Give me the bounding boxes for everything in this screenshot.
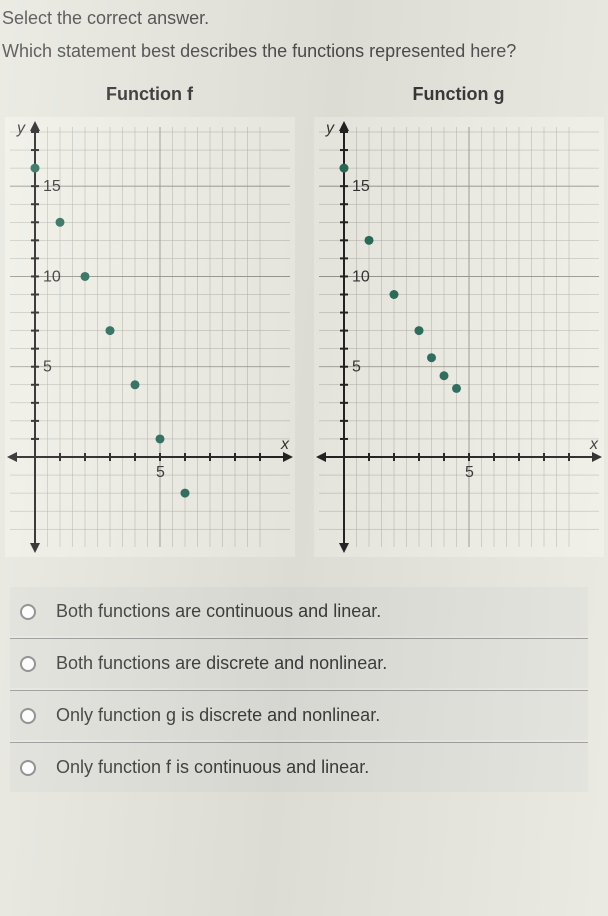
svg-text:y: y xyxy=(16,120,26,137)
svg-text:15: 15 xyxy=(43,178,61,195)
svg-text:x: x xyxy=(589,436,599,453)
instruction-text: Select the correct answer. xyxy=(0,0,608,39)
svg-text:10: 10 xyxy=(352,269,370,286)
chart-f-title: Function f xyxy=(0,84,299,105)
chart-g-title: Function g xyxy=(309,84,608,105)
options-list: Both functions are continuous and linear… xyxy=(0,577,608,792)
radio-icon[interactable] xyxy=(20,656,36,672)
chart-f-canvas: 5 10 15 5 y x xyxy=(5,117,295,557)
svg-text:10: 10 xyxy=(43,269,61,286)
option-label: Only function f is continuous and linear… xyxy=(56,757,369,778)
option-label: Only function g is discrete and nonlinea… xyxy=(56,705,380,726)
option-row[interactable]: Only function g is discrete and nonlinea… xyxy=(10,690,588,740)
svg-text:5: 5 xyxy=(43,359,52,376)
radio-icon[interactable] xyxy=(20,708,36,724)
charts-row: Function f 5 10 15 5 y x Function g 5 10 15 5 y x xyxy=(0,84,608,577)
option-label: Both functions are discrete and nonlinea… xyxy=(56,653,387,674)
option-label: Both functions are continuous and linear… xyxy=(56,601,381,622)
svg-text:15: 15 xyxy=(352,178,370,195)
radio-icon[interactable] xyxy=(20,760,36,776)
svg-text:x: x xyxy=(280,436,290,453)
svg-text:y: y xyxy=(325,120,335,137)
chart-g-canvas: 5 10 15 5 y x xyxy=(314,117,604,557)
svg-text:5: 5 xyxy=(465,464,474,481)
option-row[interactable]: Both functions are discrete and nonlinea… xyxy=(10,638,588,688)
option-row[interactable]: Both functions are continuous and linear… xyxy=(10,587,588,636)
svg-text:5: 5 xyxy=(352,359,361,376)
chart-f-block: Function f 5 10 15 5 y x xyxy=(0,84,299,557)
svg-text:5: 5 xyxy=(156,464,165,481)
question-text: Which statement best describes the funct… xyxy=(0,39,608,84)
chart-g-block: Function g 5 10 15 5 y x xyxy=(309,84,608,557)
option-row[interactable]: Only function f is continuous and linear… xyxy=(10,742,588,792)
radio-icon[interactable] xyxy=(20,604,36,620)
